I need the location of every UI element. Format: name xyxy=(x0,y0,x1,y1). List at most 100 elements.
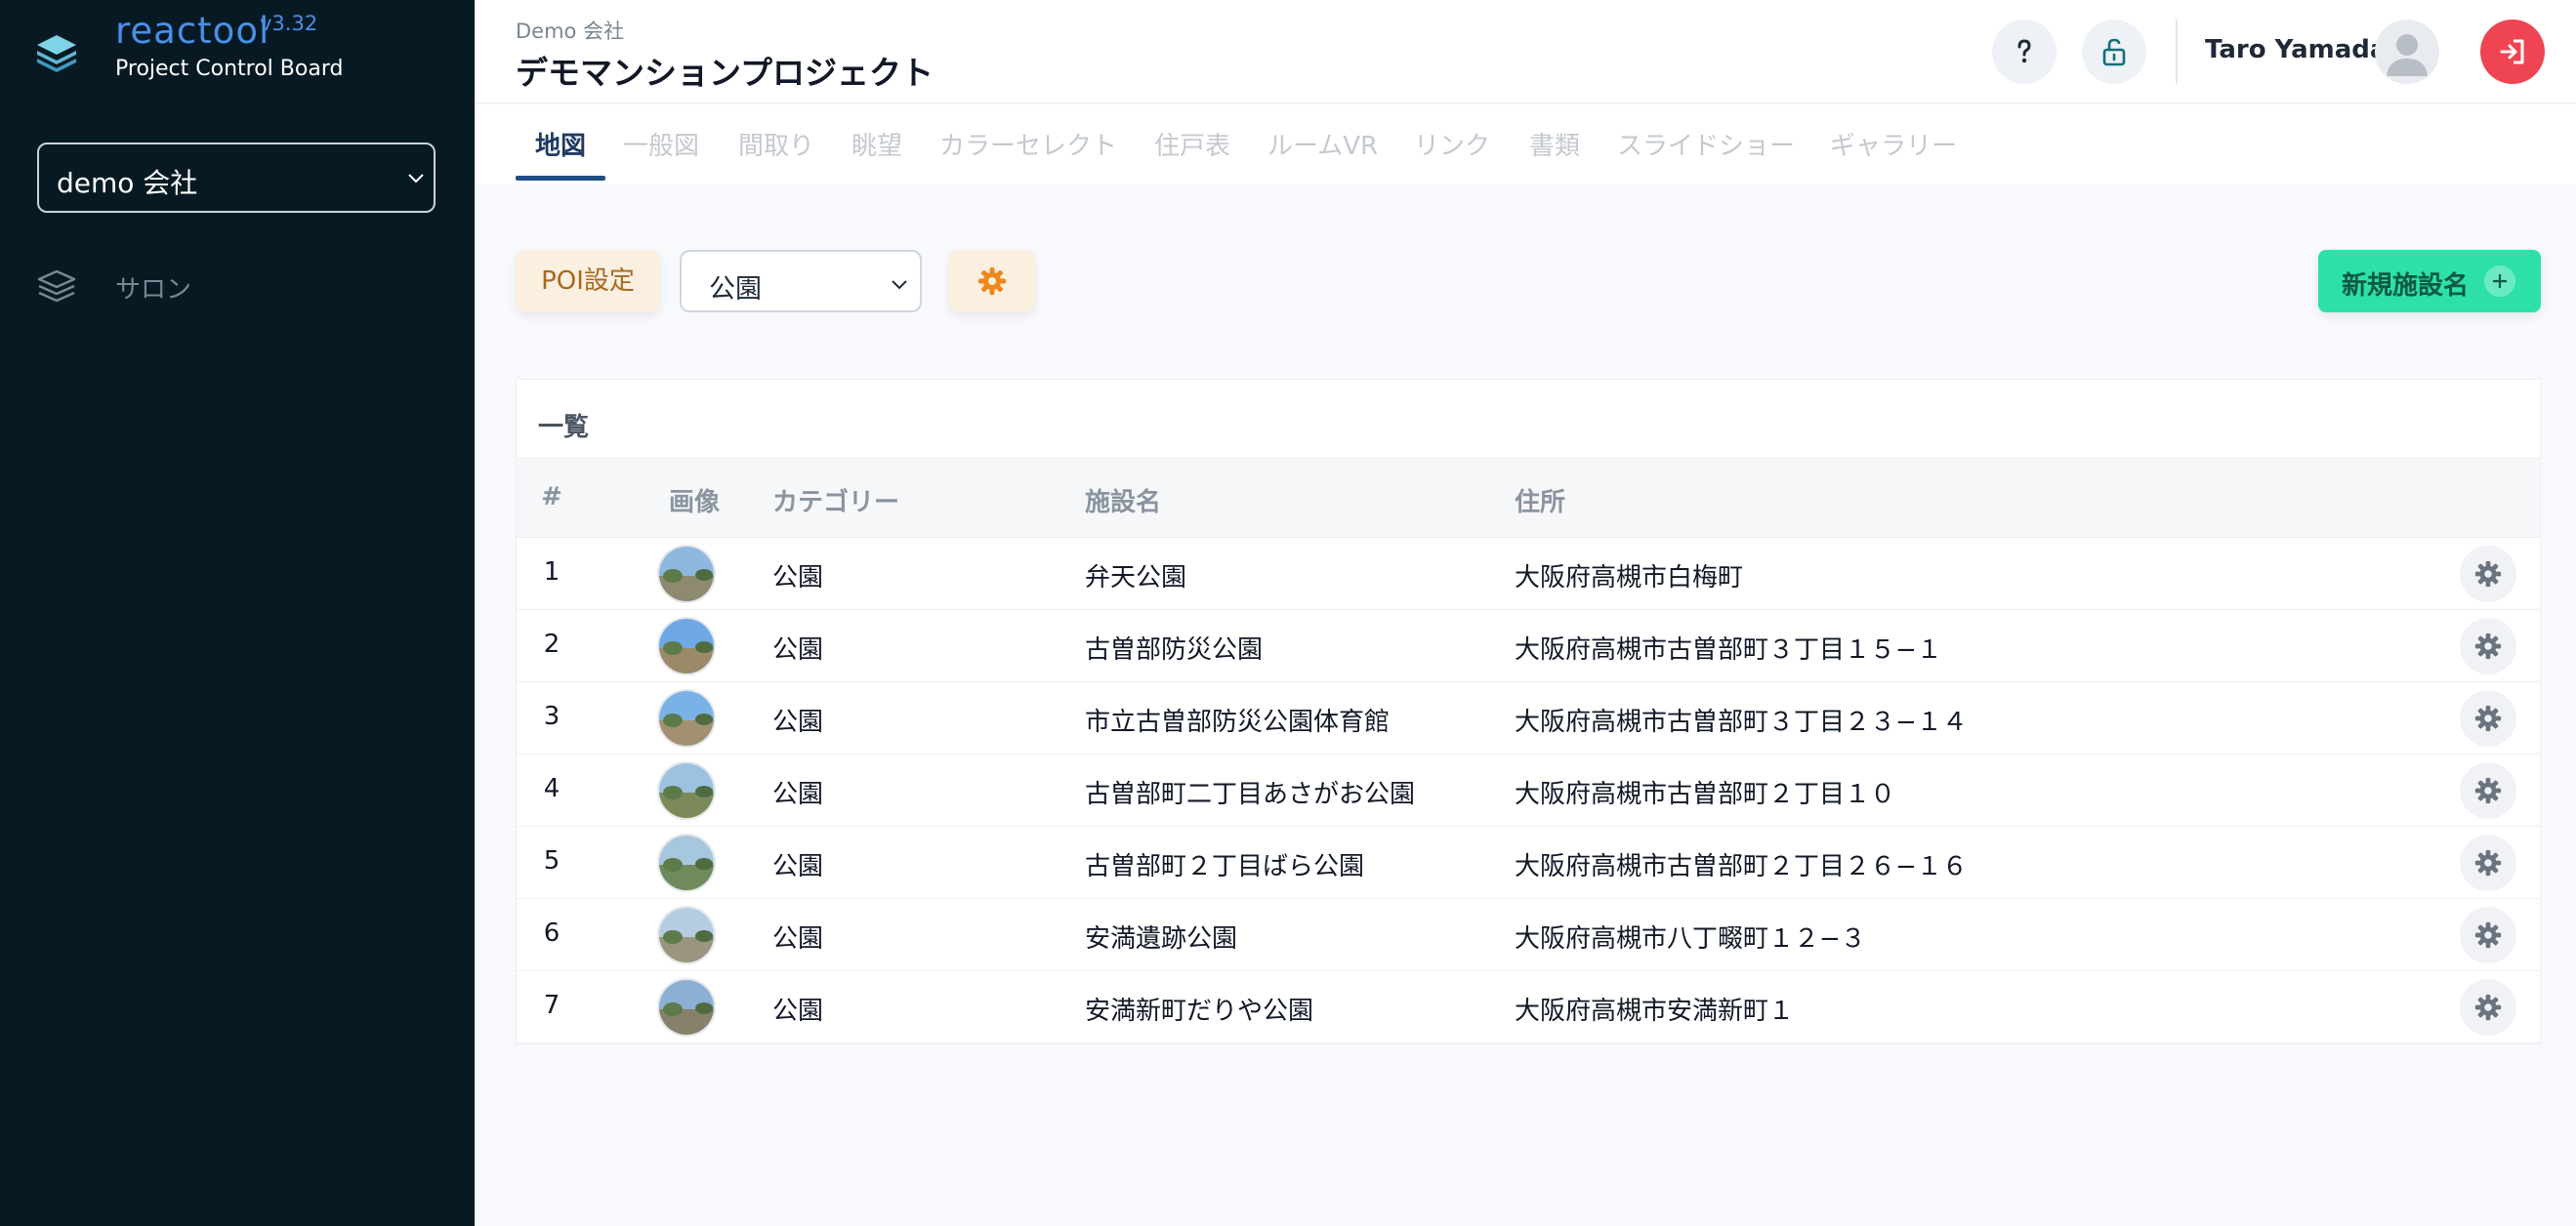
table-row[interactable]: 3 公園 市立古曽部防災公園体育館 大阪府高槻市古曽部町３丁目２３−１４ xyxy=(517,682,2540,755)
row-settings-button[interactable] xyxy=(2460,907,2516,963)
user-avatar-icon xyxy=(2387,34,2428,76)
row-settings-button[interactable] xyxy=(2460,546,2516,602)
chevron-down-icon xyxy=(892,280,907,290)
help-button[interactable] xyxy=(1992,20,2057,84)
table-row[interactable]: 4 公園 古曽部町二丁目あさがお公園 大阪府高槻市古曽部町２丁目１０ xyxy=(517,755,2540,827)
app-version: v3.32 xyxy=(260,12,318,35)
company-select[interactable]: demo 会社 xyxy=(37,143,436,213)
row-settings-button[interactable] xyxy=(2460,618,2516,674)
list-title: 一覧 xyxy=(538,413,590,442)
row-number: 7 xyxy=(543,991,561,1020)
row-number: 6 xyxy=(543,919,561,948)
park-photo-icon xyxy=(659,547,714,601)
brand-name: reactool xyxy=(115,10,270,52)
sidebar-item-label: サロン xyxy=(115,275,192,305)
row-category: 公園 xyxy=(772,852,824,881)
table-row[interactable]: 6 公園 安満遺跡公園 大阪府高槻市八丁畷町１２−３ xyxy=(517,899,2540,971)
tab-documents[interactable]: 書類 xyxy=(1529,126,1580,162)
page-title: デモマンションプロジェクト xyxy=(516,54,935,92)
table-header: # 画像 カテゴリー 施設名 住所 xyxy=(517,458,2540,538)
tab-floor-plan[interactable]: 間取り xyxy=(738,126,814,162)
row-settings-button[interactable] xyxy=(2460,835,2516,891)
tab-links[interactable]: リンク xyxy=(1414,126,1490,162)
brand[interactable]: reactool v3.32 Project Control Board xyxy=(33,10,463,98)
row-address: 大阪府高槻市古曽部町２丁目２６−１６ xyxy=(1515,852,1968,881)
row-settings-button[interactable] xyxy=(2460,979,2516,1036)
tab-map[interactable]: 地図 xyxy=(535,126,586,162)
new-facility-button[interactable]: 新規施設名 xyxy=(2318,250,2541,312)
chevron-down-icon xyxy=(408,174,424,184)
company-select-value: demo 会社 xyxy=(57,167,198,199)
category-select[interactable]: 公園 xyxy=(680,250,922,312)
row-facility-name: 弁天公園 xyxy=(1085,563,1187,593)
row-category: 公園 xyxy=(772,708,824,737)
company-name: Demo 会社 xyxy=(516,20,625,43)
facility-thumbnail xyxy=(657,978,716,1037)
row-address: 大阪府高槻市八丁畷町１２−３ xyxy=(1515,924,1866,954)
row-number: 4 xyxy=(543,774,561,803)
park-photo-icon xyxy=(659,980,714,1035)
row-settings-button[interactable] xyxy=(2460,690,2516,747)
park-photo-icon xyxy=(659,836,714,890)
col-image: 画像 xyxy=(669,488,721,517)
row-address: 大阪府高槻市古曽部町２丁目１０ xyxy=(1515,780,1896,809)
row-facility-name: 古曽部町二丁目あさがお公園 xyxy=(1085,780,1416,809)
facility-thumbnail xyxy=(657,834,716,892)
question-icon xyxy=(2017,39,2031,63)
row-category: 公園 xyxy=(772,997,824,1026)
row-facility-name: 古曽部町２丁目ばら公園 xyxy=(1085,852,1365,881)
park-photo-icon xyxy=(659,619,714,674)
facility-thumbnail xyxy=(657,689,716,748)
gear-icon xyxy=(2474,705,2502,732)
facility-list-card: 一覧 # 画像 カテゴリー 施設名 住所 1 公園 弁天公園 大阪府高槻市白梅町 2 公園… xyxy=(516,379,2541,1044)
table-row[interactable]: 1 公園 弁天公園 大阪府高槻市白梅町 xyxy=(517,538,2540,610)
park-photo-icon xyxy=(659,908,714,962)
user-name[interactable]: Taro Yamada xyxy=(2205,35,2387,64)
row-category: 公園 xyxy=(772,563,824,593)
tab-gallery[interactable]: ギャラリー xyxy=(1830,126,1957,162)
row-address: 大阪府高槻市安満新町１ xyxy=(1515,997,1795,1026)
row-settings-button[interactable] xyxy=(2460,762,2516,819)
tab-color-select[interactable]: カラーセレクト xyxy=(939,126,1117,162)
gear-icon xyxy=(2474,921,2502,949)
gear-icon xyxy=(978,267,1006,295)
tab-general-drawing[interactable]: 一般図 xyxy=(623,126,699,162)
poi-settings-label: POI設定 xyxy=(516,250,660,312)
plus-icon xyxy=(2484,266,2515,297)
tab-slideshow[interactable]: スライドショー xyxy=(1617,126,1795,162)
poi-settings-button[interactable] xyxy=(949,250,1035,312)
table-row[interactable]: 2 公園 古曽部防災公園 大阪府高槻市古曽部町３丁目１５−１ xyxy=(517,610,2540,682)
logout-icon xyxy=(2500,39,2524,64)
table-row[interactable]: 5 公園 古曽部町２丁目ばら公園 大阪府高槻市古曽部町２丁目２６−１６ xyxy=(517,827,2540,899)
row-facility-name: 安満遺跡公園 xyxy=(1085,924,1238,954)
category-select-value: 公園 xyxy=(709,274,762,305)
col-facility-name: 施設名 xyxy=(1085,488,1162,517)
sidebar: reactool v3.32 Project Control Board dem… xyxy=(0,0,475,1226)
row-address: 大阪府高槻市白梅町 xyxy=(1515,563,1744,593)
top-header: Demo 会社 デモマンションプロジェクト Taro Yamada xyxy=(475,0,2576,103)
tab-view[interactable]: 眺望 xyxy=(852,126,902,162)
avatar[interactable] xyxy=(2375,20,2439,84)
new-facility-label: 新規施設名 xyxy=(2342,271,2470,301)
facility-thumbnail xyxy=(657,761,716,820)
row-category: 公園 xyxy=(772,635,824,665)
tab-unit-table[interactable]: 住戸表 xyxy=(1154,126,1230,162)
row-facility-name: 安満新町だりや公園 xyxy=(1085,997,1314,1026)
row-facility-name: 市立古曽部防災公園体育館 xyxy=(1085,708,1391,737)
lock-button[interactable] xyxy=(2082,20,2146,84)
facility-thumbnail xyxy=(657,906,716,964)
facility-thumbnail xyxy=(657,617,716,675)
row-category: 公園 xyxy=(772,924,824,954)
logout-button[interactable] xyxy=(2480,20,2545,84)
table-row[interactable]: 7 公園 安満新町だりや公園 大阪府高槻市安満新町１ xyxy=(517,971,2540,1043)
row-number: 5 xyxy=(543,846,561,876)
row-address: 大阪府高槻市古曽部町３丁目１５−１ xyxy=(1515,635,1942,665)
unlock-icon xyxy=(2102,38,2126,66)
park-photo-icon xyxy=(659,691,714,746)
active-tab-indicator xyxy=(516,176,605,181)
row-number: 1 xyxy=(543,557,561,587)
sidebar-item-salon[interactable]: サロン xyxy=(35,262,445,312)
tab-room-vr[interactable]: ルームVR xyxy=(1267,126,1378,162)
gear-icon xyxy=(2474,849,2502,877)
facility-thumbnail xyxy=(657,545,716,603)
